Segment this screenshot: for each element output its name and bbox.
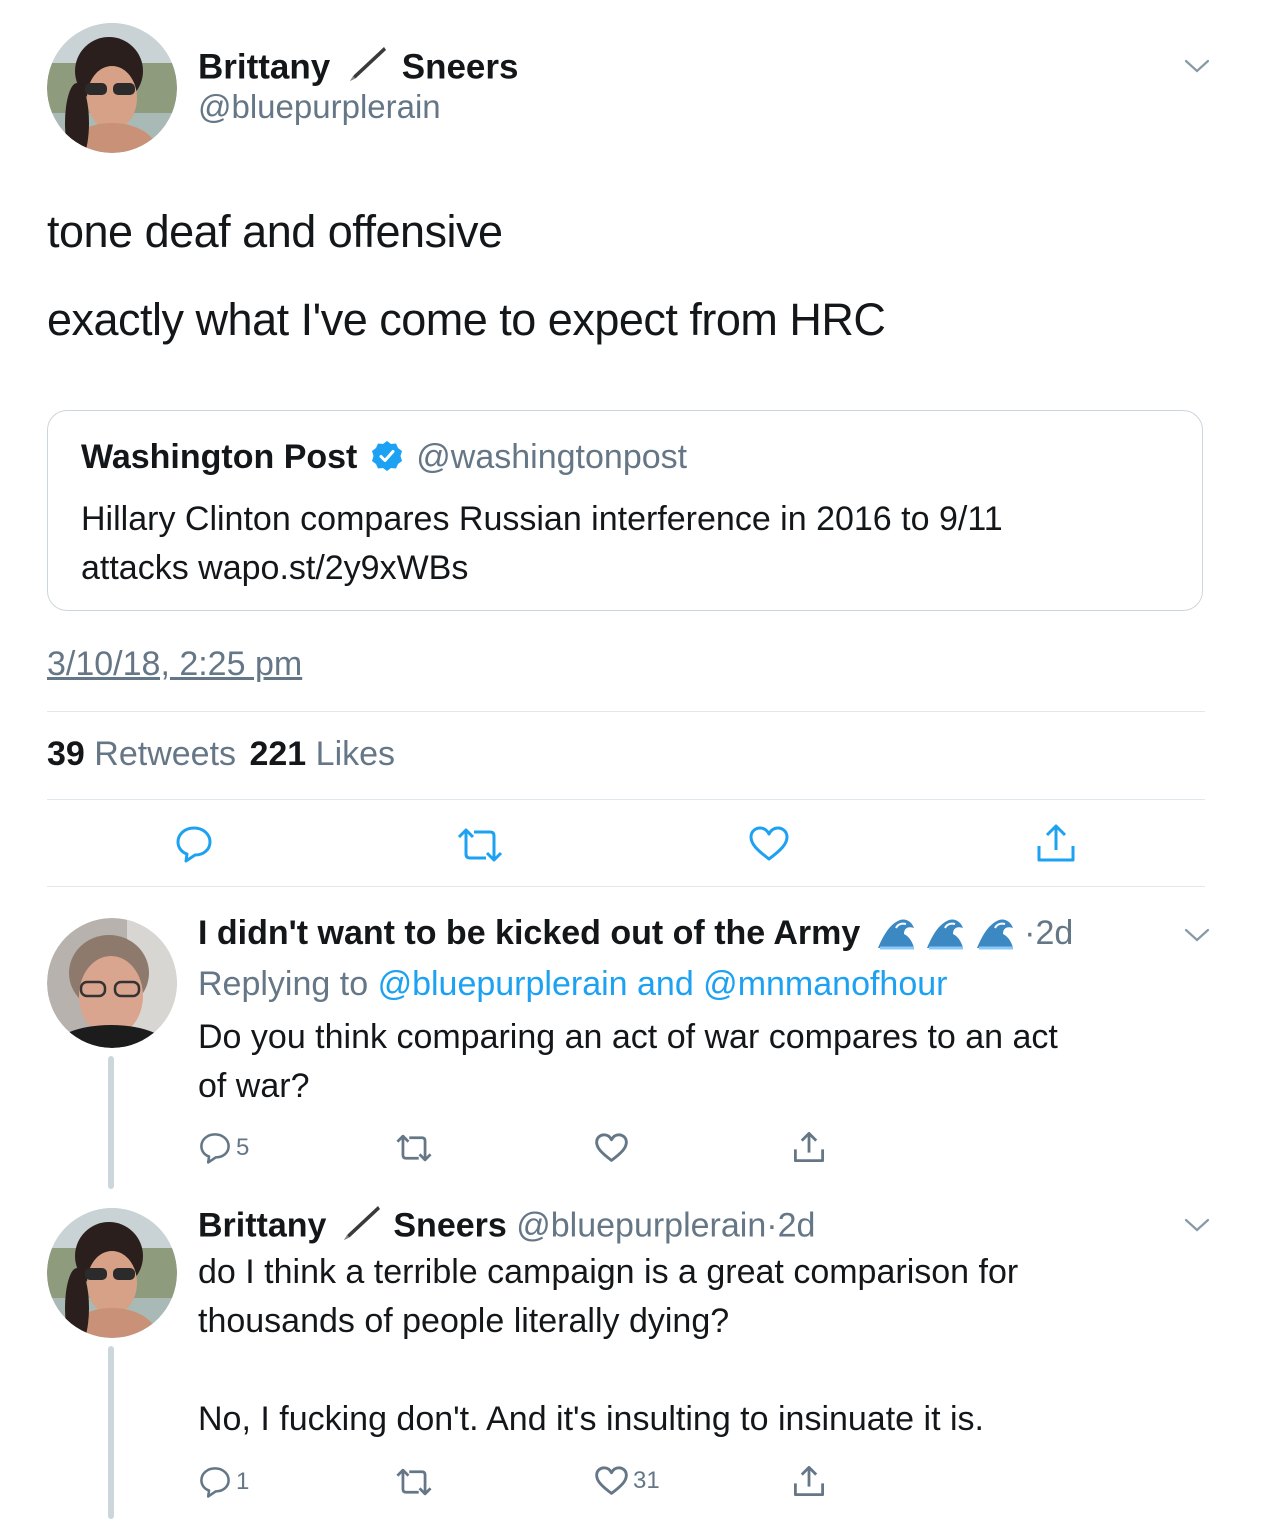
quoted-author-handle: @washingtonpost bbox=[416, 438, 688, 476]
reply-2-time[interactable]: 2d bbox=[778, 1206, 816, 1244]
pen-icon bbox=[338, 1203, 382, 1252]
retweets-label: Retweets bbox=[94, 735, 237, 773]
tweet-text-line-2: exactly what I've come to expect from HR… bbox=[47, 294, 886, 345]
wave-icon bbox=[975, 914, 1015, 959]
share-icon[interactable] bbox=[1036, 822, 1076, 864]
likes-stat[interactable]: 221 Likes bbox=[249, 735, 395, 773]
thread-line bbox=[108, 1346, 114, 1519]
avatar[interactable] bbox=[47, 918, 177, 1048]
chevron-down-icon[interactable] bbox=[1184, 58, 1210, 74]
tweet-text-line-1: tone deaf and offensive bbox=[47, 206, 503, 257]
divider bbox=[47, 711, 1205, 712]
divider bbox=[47, 886, 1205, 887]
reply-2-author-first-name[interactable]: Brittany bbox=[198, 1206, 326, 1244]
reply-2-reply-button[interactable]: 1 bbox=[198, 1465, 249, 1499]
pen-icon bbox=[344, 44, 388, 94]
reply-2-text-line-1: do I think a terrible campaign is a grea… bbox=[198, 1253, 1019, 1291]
retweet-count: 39 bbox=[47, 735, 85, 773]
reply-1-time[interactable]: 2d bbox=[1035, 914, 1073, 952]
quoted-tweet-header: Washington Post @washingtonpost bbox=[81, 438, 687, 481]
reply-1-header: I didn't want to be kicked out of the Ar… bbox=[198, 914, 1073, 959]
reply-2-text-line-3: No, I fucking don't. And it's insulting … bbox=[198, 1400, 984, 1438]
reply-2-like-count: 31 bbox=[633, 1467, 660, 1494]
reply-2-reply-count: 1 bbox=[236, 1468, 250, 1495]
replying-to-prefix: Replying to bbox=[198, 965, 369, 1003]
retweets-stat[interactable]: 39 Retweets bbox=[47, 735, 245, 773]
quoted-text-line-2: attacks wapo.st/2y9xWBs bbox=[81, 549, 469, 587]
like-heart-icon[interactable] bbox=[595, 1133, 628, 1163]
likes-label: Likes bbox=[315, 735, 396, 773]
tweet-timestamp[interactable]: 3/10/18, 2:25 pm bbox=[47, 645, 302, 684]
retweet-icon[interactable] bbox=[395, 1133, 433, 1163]
author-handle[interactable]: @bluepurplerain bbox=[198, 88, 441, 126]
author-name[interactable]: Brittany Sneers bbox=[198, 44, 518, 94]
like-count: 221 bbox=[249, 735, 307, 773]
retweet-icon[interactable] bbox=[456, 826, 504, 864]
reply-1-text-line-2: of war? bbox=[198, 1067, 310, 1105]
reply-2-header: Brittany Sneers @bluepurplerain·2d bbox=[198, 1203, 815, 1252]
share-icon[interactable] bbox=[793, 1464, 825, 1498]
reply-2-author-last-name[interactable]: Sneers bbox=[393, 1206, 506, 1244]
verified-icon bbox=[371, 440, 403, 481]
replying-to: Replying to @bluepurplerain and @mnmanof… bbox=[198, 965, 947, 1004]
reply-icon bbox=[198, 1465, 232, 1499]
like-heart-icon bbox=[595, 1466, 628, 1496]
thread-line bbox=[108, 1056, 114, 1189]
quoted-author-name: Washington Post bbox=[81, 438, 358, 476]
reply-1-text-line-1: Do you think comparing an act of war com… bbox=[198, 1018, 1058, 1056]
wave-icon bbox=[876, 914, 916, 959]
reply-icon[interactable] bbox=[174, 824, 214, 864]
reply-1-reply-button[interactable]: 5 bbox=[198, 1131, 249, 1165]
chevron-down-icon[interactable] bbox=[1184, 1217, 1210, 1233]
chevron-down-icon[interactable] bbox=[1184, 927, 1210, 943]
like-heart-icon[interactable] bbox=[749, 826, 789, 862]
reply-1-author-name[interactable]: I didn't want to be kicked out of the Ar… bbox=[198, 914, 860, 952]
share-icon[interactable] bbox=[793, 1130, 825, 1164]
replying-to-handles[interactable]: @bluepurplerain and @mnmanofhour bbox=[378, 965, 948, 1003]
retweet-icon[interactable] bbox=[395, 1467, 433, 1497]
reply-1-separator: · bbox=[1024, 914, 1036, 952]
wave-icon bbox=[925, 914, 965, 959]
author-last-name: Sneers bbox=[401, 47, 519, 87]
quoted-text-line-1: Hillary Clinton compares Russian interfe… bbox=[81, 500, 1003, 538]
reply-2-handle[interactable]: @bluepurplerain bbox=[516, 1206, 766, 1244]
author-first-name: Brittany bbox=[198, 47, 331, 87]
avatar[interactable] bbox=[47, 23, 177, 153]
reply-2-like-button[interactable]: 31 bbox=[595, 1466, 660, 1496]
reply-1-reply-count: 5 bbox=[236, 1134, 250, 1161]
reply-icon bbox=[198, 1131, 232, 1165]
reply-2-text-line-2: thousands of people literally dying? bbox=[198, 1302, 730, 1340]
reply-2-separator: · bbox=[766, 1206, 778, 1245]
avatar[interactable] bbox=[47, 1208, 177, 1338]
tweet-stats: 39 Retweets 221 Likes bbox=[47, 735, 395, 774]
divider bbox=[47, 799, 1205, 800]
